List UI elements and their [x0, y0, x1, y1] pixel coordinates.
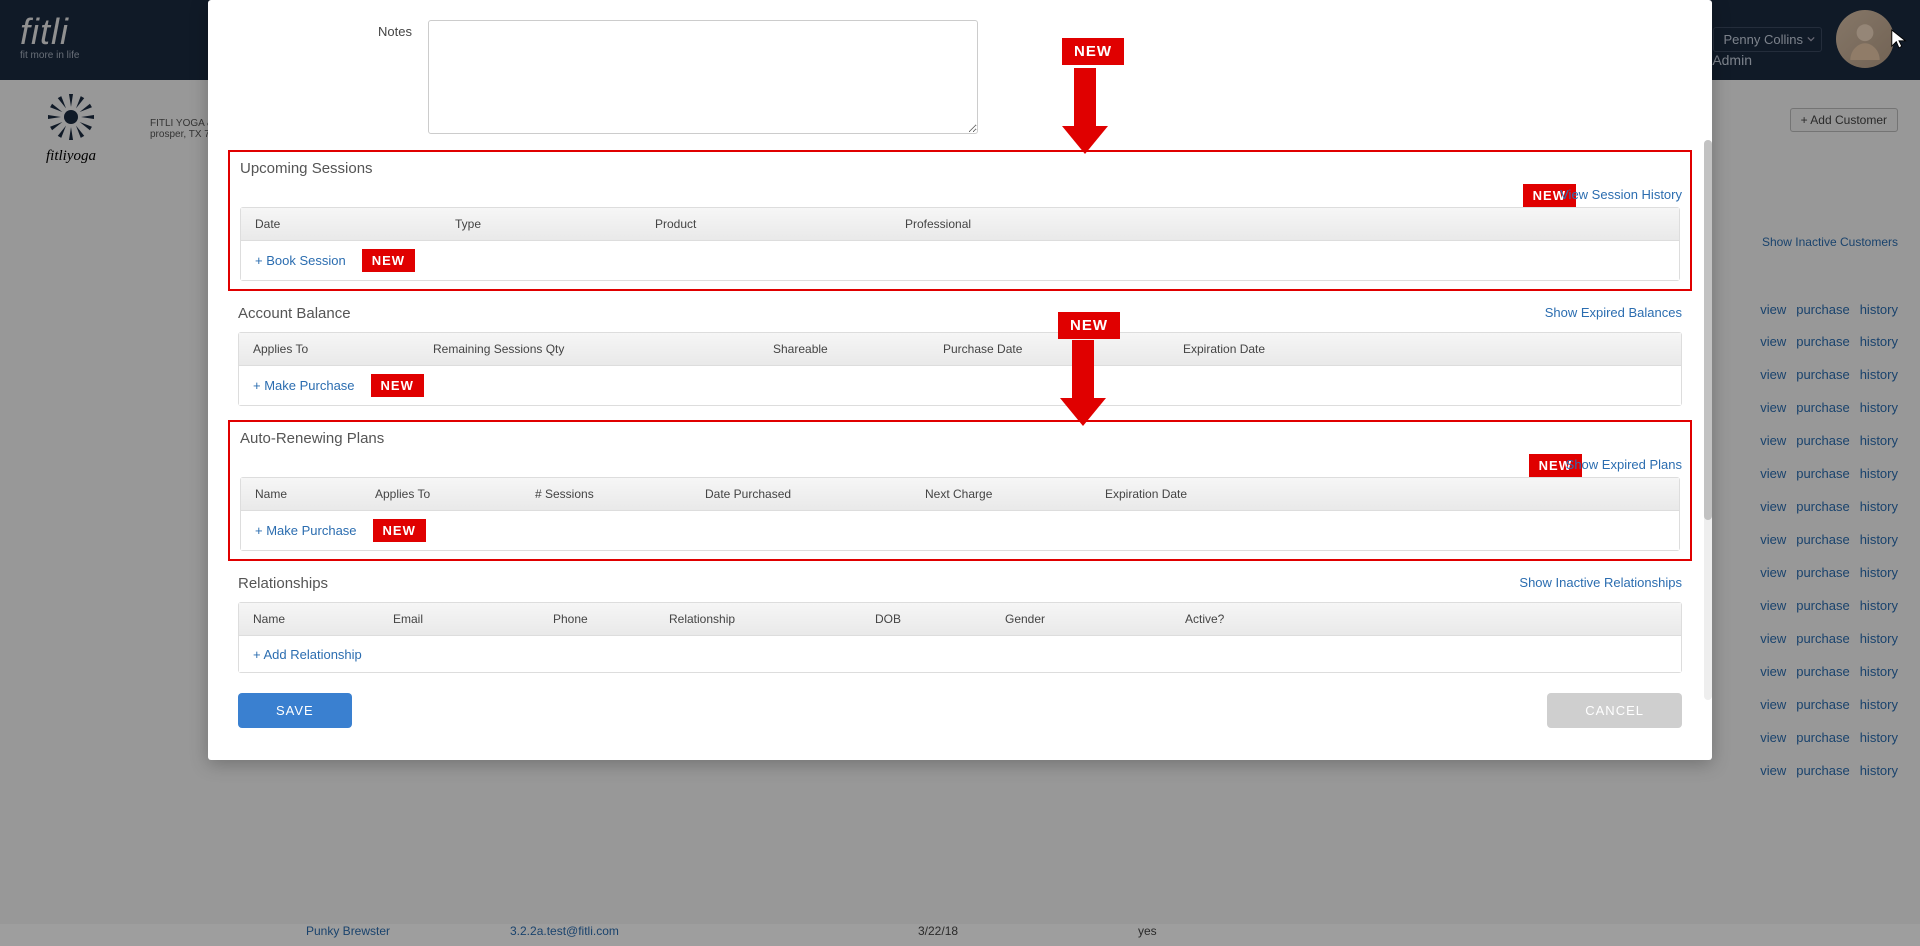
- save-button[interactable]: SAVE: [238, 693, 352, 728]
- book-session-link[interactable]: + Book Session: [255, 253, 346, 268]
- col-phone: Phone: [553, 612, 669, 626]
- new-badge: NEW: [1058, 312, 1120, 339]
- upcoming-sessions-section: Upcoming Sessions NEW View Session Histo…: [228, 150, 1692, 291]
- col-name: Name: [253, 612, 393, 626]
- cursor-icon: [1890, 28, 1908, 50]
- relationships-section: Relationships Show Inactive Relationship…: [238, 575, 1682, 673]
- account-balance-section: Account Balance Show Expired Balances Ap…: [238, 305, 1682, 406]
- show-inactive-relationships-link[interactable]: Show Inactive Relationships: [1519, 575, 1682, 590]
- make-purchase-link[interactable]: + Make Purchase: [255, 523, 357, 538]
- upcoming-sessions-table: Date Type Product Professional + Book Se…: [240, 207, 1680, 281]
- col-expiration: Expiration Date: [1183, 342, 1667, 356]
- col-remaining: Remaining Sessions Qty: [433, 342, 773, 356]
- show-expired-plans-link[interactable]: Show Expired Plans: [1566, 457, 1682, 472]
- notes-label: Notes: [238, 24, 428, 39]
- col-name: Name: [255, 487, 375, 501]
- col-datepurchased: Date Purchased: [705, 487, 925, 501]
- col-expiration: Expiration Date: [1105, 487, 1665, 501]
- new-badge: NEW: [373, 519, 426, 542]
- account-balance-table: Applies To Remaining Sessions Qty Sharea…: [238, 332, 1682, 406]
- upcoming-sessions-title: Upcoming Sessions: [240, 160, 1682, 177]
- cancel-button[interactable]: CANCEL: [1547, 693, 1682, 728]
- view-session-history-link[interactable]: View Session History: [1560, 187, 1682, 202]
- col-product: Product: [655, 217, 905, 231]
- new-badge: NEW: [371, 374, 424, 397]
- relationships-title: Relationships: [238, 575, 1682, 592]
- col-appliesto: Applies To: [375, 487, 535, 501]
- show-expired-balances-link[interactable]: Show Expired Balances: [1545, 305, 1682, 320]
- account-balance-title: Account Balance: [238, 305, 1682, 322]
- col-appliesto: Applies To: [253, 342, 433, 356]
- auto-renewing-plans-section: Auto-Renewing Plans NEW Show Expired Pla…: [228, 420, 1692, 561]
- new-badge: NEW: [1062, 38, 1124, 65]
- col-email: Email: [393, 612, 553, 626]
- auto-renewing-plans-title: Auto-Renewing Plans: [240, 430, 1682, 447]
- col-active: Active?: [1185, 612, 1667, 626]
- col-gender: Gender: [1005, 612, 1185, 626]
- col-type: Type: [455, 217, 655, 231]
- col-nextcharge: Next Charge: [925, 487, 1105, 501]
- col-shareable: Shareable: [773, 342, 943, 356]
- make-purchase-link[interactable]: + Make Purchase: [253, 378, 355, 393]
- modal-scrollbar[interactable]: [1704, 140, 1712, 700]
- new-badge: NEW: [362, 249, 415, 272]
- notes-field[interactable]: [428, 20, 978, 134]
- customer-modal: Notes Upcoming Sessions NEW View Session…: [208, 0, 1712, 760]
- annotation-new-badge: NEW: [1058, 312, 1120, 339]
- add-relationship-link[interactable]: + Add Relationship: [253, 647, 362, 662]
- col-sessions: # Sessions: [535, 487, 705, 501]
- annotation-new-badge: NEW: [1062, 38, 1124, 65]
- annotation-arrow-down-icon: [1060, 340, 1106, 426]
- annotation-arrow-down-icon: [1062, 68, 1108, 154]
- auto-renewing-plans-table: Name Applies To # Sessions Date Purchase…: [240, 477, 1680, 551]
- col-relationship: Relationship: [669, 612, 875, 626]
- col-date: Date: [255, 217, 455, 231]
- relationships-table: Name Email Phone Relationship DOB Gender…: [238, 602, 1682, 673]
- scrollbar-thumb[interactable]: [1704, 140, 1712, 520]
- col-professional: Professional: [905, 217, 1665, 231]
- col-dob: DOB: [875, 612, 1005, 626]
